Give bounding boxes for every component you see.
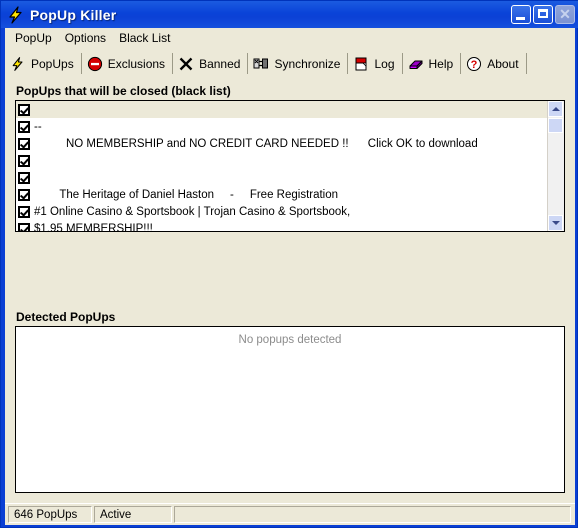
- checkbox-checked-icon[interactable]: [18, 171, 30, 184]
- list-item-label: #1 Online Casino & Sportsbook | Trojan C…: [34, 205, 351, 218]
- tab-label: Banned: [199, 57, 241, 71]
- blacklist-scrollbar[interactable]: [547, 101, 564, 231]
- list-item-label: --: [34, 120, 42, 133]
- detected-popups-listbox[interactable]: No popups detected: [15, 326, 565, 493]
- lightning-bolt-icon: [6, 5, 26, 25]
- book-icon: [408, 56, 424, 72]
- scrollbar-thumb[interactable]: [548, 118, 563, 133]
- list-item[interactable]: [16, 169, 547, 186]
- menu-bar: PopUp Options Black List: [5, 28, 575, 47]
- tab-strip-divider: [5, 74, 575, 75]
- tab-label: About: [487, 57, 519, 71]
- tab-log[interactable]: Log: [348, 53, 403, 75]
- menu-item-options[interactable]: Options: [59, 29, 113, 47]
- detected-section-label: Detected PopUps: [16, 310, 116, 324]
- list-item-label: The Heritage of Daniel Haston - Free Reg…: [34, 188, 339, 201]
- status-state: Active: [94, 506, 172, 523]
- checkbox-checked-icon[interactable]: [18, 205, 30, 218]
- window-title: PopUp Killer: [30, 6, 117, 23]
- checkbox-checked-icon[interactable]: [18, 137, 30, 150]
- tab-banned[interactable]: Banned: [173, 53, 249, 75]
- tab-popups[interactable]: PopUps: [5, 53, 82, 75]
- status-bar: 646 PopUps Active: [5, 503, 575, 525]
- document-icon: [353, 56, 369, 72]
- x-mark-icon: [178, 56, 194, 72]
- tab-synchronize[interactable]: Synchronize: [248, 53, 349, 75]
- list-item[interactable]: [16, 152, 547, 169]
- list-item[interactable]: NO MEMBERSHIP and NO CREDIT CARD NEEDED …: [16, 135, 547, 152]
- menu-item-black-list[interactable]: Black List: [113, 29, 177, 47]
- maximize-button[interactable]: [533, 5, 553, 24]
- detected-empty-message: No popups detected: [238, 334, 342, 346]
- chevron-up-icon: [551, 107, 560, 111]
- question-circle-icon: ?: [466, 56, 482, 72]
- tab-label: Synchronize: [274, 57, 341, 71]
- list-item[interactable]: [16, 101, 547, 118]
- scroll-down-button[interactable]: [548, 215, 563, 231]
- minimize-icon: [516, 17, 525, 20]
- list-item[interactable]: $1.95 MEMBERSHIP!!!: [16, 220, 547, 231]
- blacklist-section-label: PopUps that will be closed (black list): [16, 84, 231, 98]
- status-extra-pane: [174, 506, 571, 523]
- checkbox-checked-icon[interactable]: [18, 120, 30, 133]
- tab-strip: PopUps Exclusions Banned Synchronize Log…: [5, 50, 575, 75]
- tab-label: PopUps: [31, 57, 74, 71]
- chevron-down-icon: [551, 221, 560, 225]
- menu-item-popup[interactable]: PopUp: [9, 29, 59, 47]
- svg-text:?: ?: [471, 59, 478, 71]
- checkbox-checked-icon[interactable]: [18, 222, 30, 231]
- title-bar[interactable]: PopUp Killer ✕: [1, 1, 578, 28]
- application-window: PopUp Killer ✕ PopUp Options Black List: [0, 0, 578, 528]
- checkbox-checked-icon[interactable]: [18, 154, 30, 167]
- list-item[interactable]: The Heritage of Daniel Haston - Free Reg…: [16, 186, 547, 203]
- no-entry-icon: [87, 56, 103, 72]
- list-item[interactable]: #1 Online Casino & Sportsbook | Trojan C…: [16, 203, 547, 220]
- tab-help[interactable]: Help: [402, 53, 462, 75]
- blacklist-listbox[interactable]: -- NO MEMBERSHIP and NO CREDIT CARD NEED…: [15, 100, 565, 232]
- tab-exclusions[interactable]: Exclusions: [81, 53, 174, 75]
- checkbox-checked-icon[interactable]: [18, 188, 30, 201]
- tab-label: Help: [428, 57, 454, 71]
- list-item-label: NO MEMBERSHIP and NO CREDIT CARD NEEDED …: [34, 137, 478, 150]
- sync-arrows-icon: [253, 56, 269, 72]
- tab-label: Exclusions: [107, 57, 166, 71]
- blacklist-rows: -- NO MEMBERSHIP and NO CREDIT CARD NEED…: [16, 101, 547, 231]
- list-item-label: $1.95 MEMBERSHIP!!!: [34, 222, 153, 232]
- status-popup-count: 646 PopUps: [8, 506, 92, 523]
- scroll-up-button[interactable]: [548, 101, 563, 117]
- caption-button-group: ✕: [511, 5, 575, 24]
- client-area: PopUp Options Black List PopUps Exclusio…: [5, 28, 575, 525]
- tab-label: Log: [374, 57, 395, 71]
- tab-about[interactable]: ? About: [461, 53, 527, 75]
- close-button[interactable]: ✕: [555, 5, 575, 24]
- checkbox-checked-icon[interactable]: [18, 103, 30, 116]
- minimize-button[interactable]: [511, 5, 531, 24]
- maximize-icon: [538, 9, 548, 18]
- lightning-bolt-icon: [10, 56, 26, 72]
- close-icon: ✕: [559, 6, 571, 22]
- list-item[interactable]: --: [16, 118, 547, 135]
